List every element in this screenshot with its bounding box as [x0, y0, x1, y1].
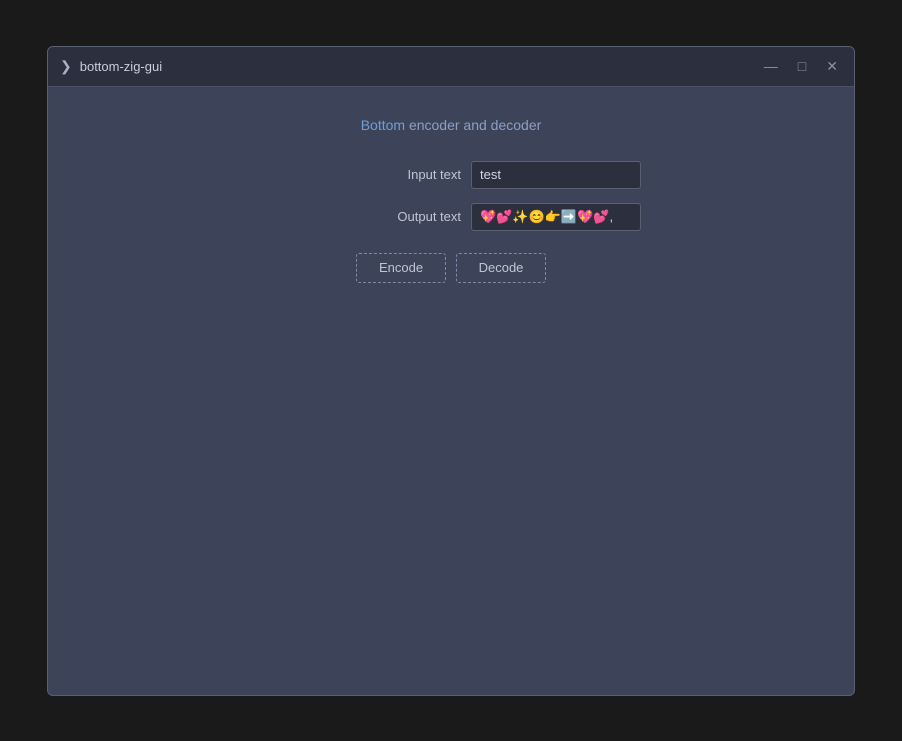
app-subtitle-highlight: Bottom: [361, 117, 405, 133]
output-display: 💖💕✨😊👉➡️💖💕,: [471, 203, 641, 231]
app-icon: ❯: [60, 58, 72, 75]
input-field-row: Input text: [201, 161, 701, 189]
titlebar-left: ❯ bottom-zig-gui: [60, 58, 162, 75]
titlebar-controls: — □ ✕: [760, 57, 842, 75]
minimize-button[interactable]: —: [760, 57, 782, 75]
output-label: Output text: [376, 209, 461, 224]
window-title: bottom-zig-gui: [80, 59, 162, 74]
app-subtitle-rest: encoder and decoder: [405, 117, 541, 133]
output-field-row: Output text 💖💕✨😊👉➡️💖💕,: [201, 203, 701, 231]
app-subtitle: Bottom encoder and decoder: [361, 117, 542, 133]
close-button[interactable]: ✕: [822, 57, 842, 75]
form-area: Input text Output text 💖💕✨😊👉➡️💖💕, Encode…: [201, 161, 701, 283]
decode-button[interactable]: Decode: [456, 253, 546, 283]
button-row: Encode Decode: [356, 253, 546, 283]
app-window: ❯ bottom-zig-gui — □ ✕ Bottom encoder an…: [47, 46, 855, 696]
encode-button[interactable]: Encode: [356, 253, 446, 283]
input-text-field[interactable]: [471, 161, 641, 189]
maximize-button[interactable]: □: [794, 57, 810, 75]
titlebar: ❯ bottom-zig-gui — □ ✕: [48, 47, 854, 87]
main-content: Bottom encoder and decoder Input text Ou…: [48, 87, 854, 695]
input-label: Input text: [376, 167, 461, 182]
